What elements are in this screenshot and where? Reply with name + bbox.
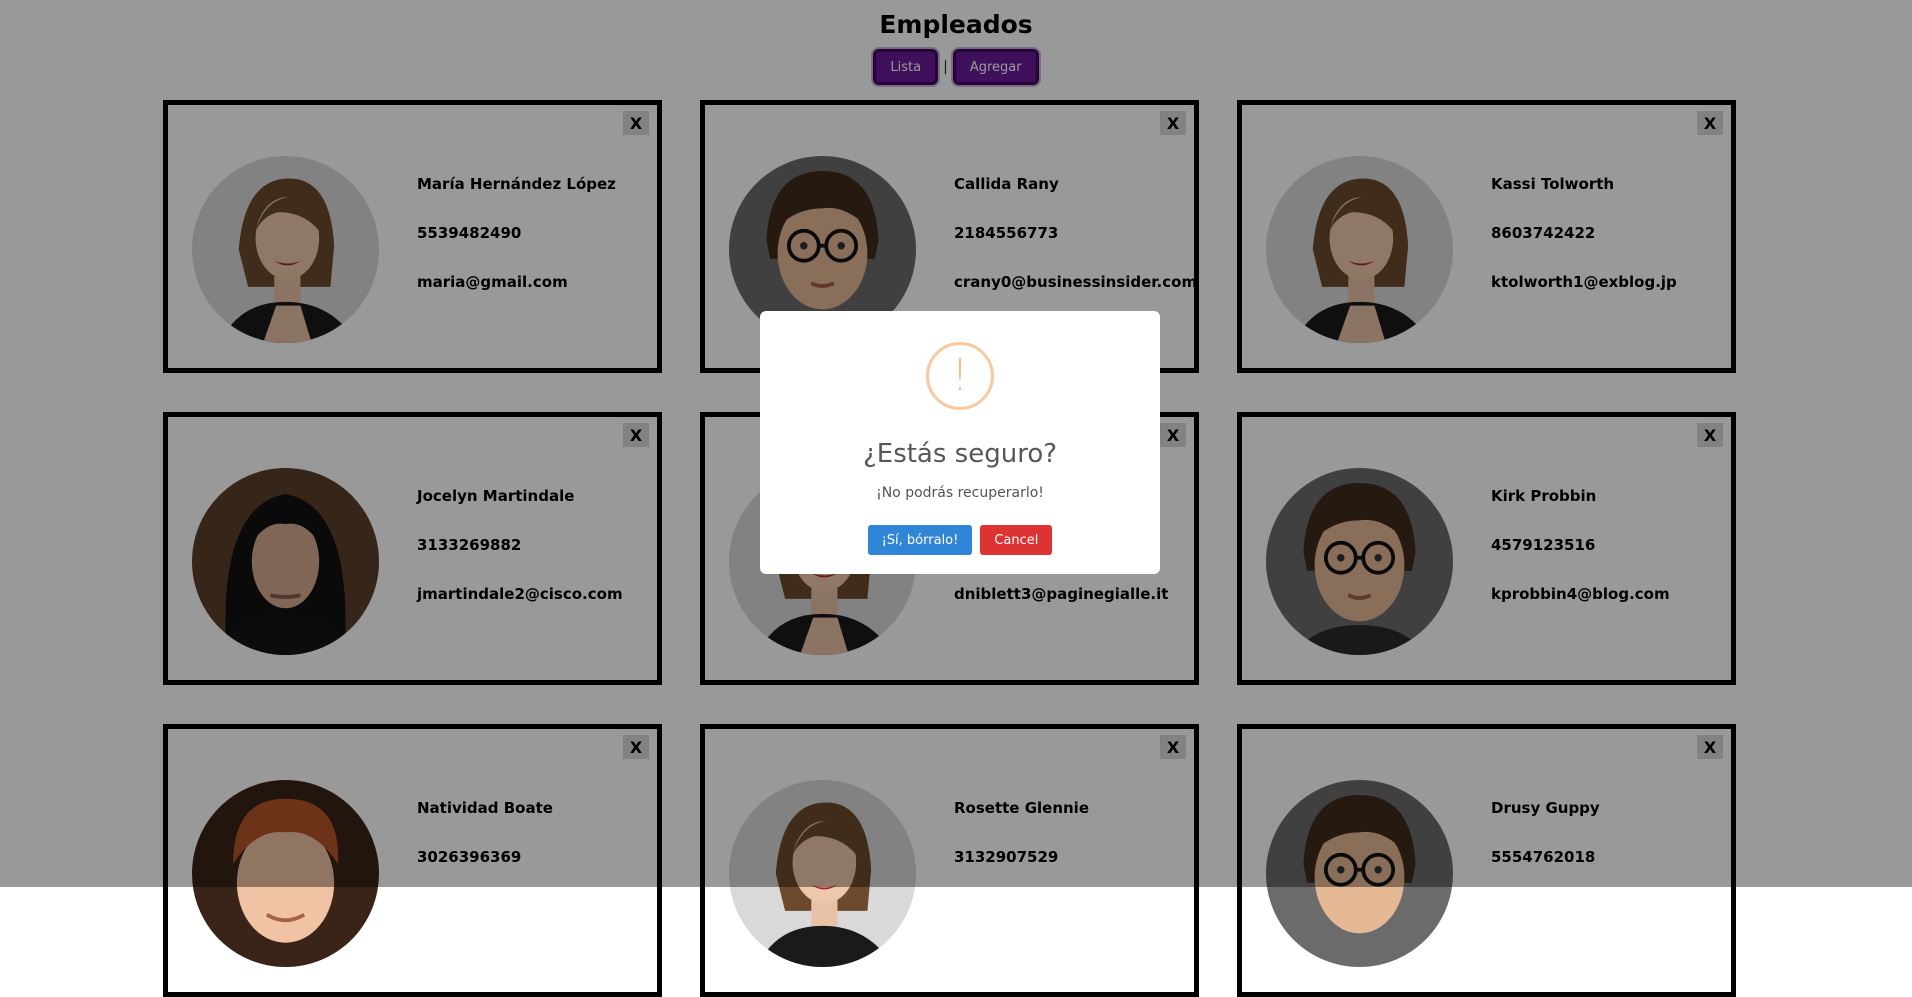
confirm-delete-button[interactable]: ¡Sí, bórralo! <box>867 525 973 555</box>
employee-email <box>1491 897 1600 946</box>
exclamation-icon: ! <box>926 342 994 410</box>
dialog-title: ¿Estás seguro? <box>862 439 1058 469</box>
employee-email <box>417 897 553 946</box>
employee-email <box>954 897 1089 946</box>
dialog-text: ¡No podrás recuperarlo! <box>876 485 1044 501</box>
confirm-dialog: ! ¿Estás seguro? ¡No podrás recuperarlo!… <box>760 311 1160 574</box>
dialog-actions: ¡Sí, bórralo! Cancel <box>760 525 1160 555</box>
cancel-button[interactable]: Cancel <box>980 525 1053 555</box>
